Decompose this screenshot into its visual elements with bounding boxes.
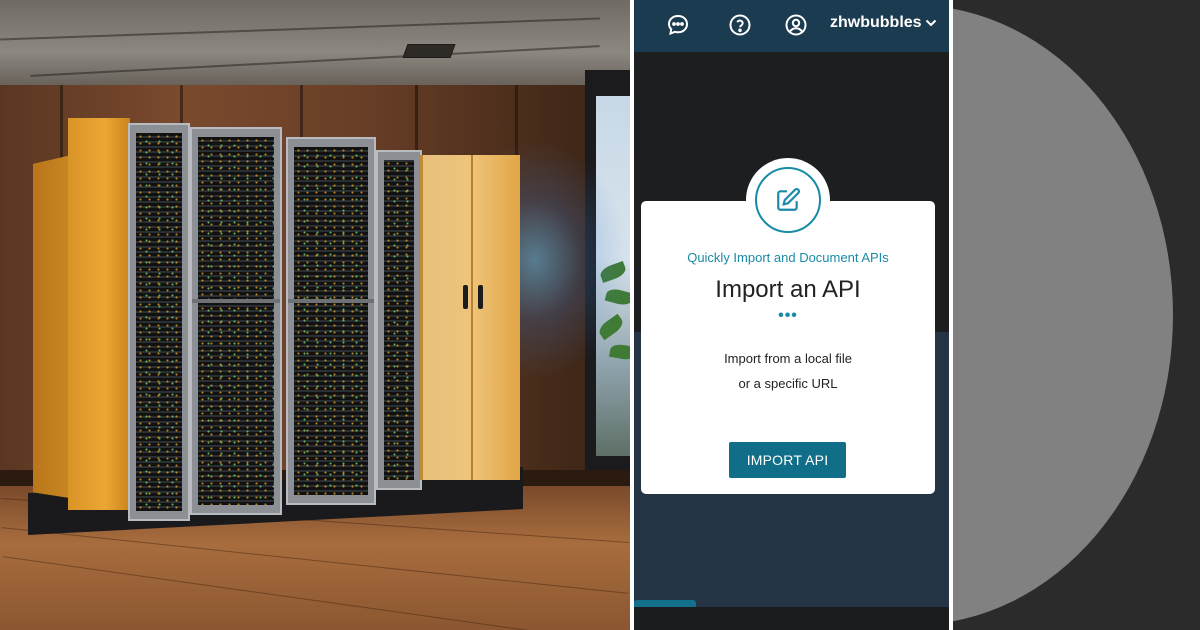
- disc-panel: [953, 0, 1200, 630]
- server-room-photo: [0, 0, 630, 630]
- cabinet-panel-yellow: [68, 118, 130, 510]
- server-rack: [376, 150, 422, 490]
- card-dots-divider: •••: [778, 307, 798, 324]
- rack-divider: [192, 299, 280, 303]
- chevron-down-icon[interactable]: [924, 16, 938, 30]
- import-api-card: Quickly Import and Document APIs Import …: [641, 201, 935, 494]
- card-description-line-1: Import from a local file: [724, 351, 852, 366]
- rack-leds: [198, 137, 274, 505]
- server-rack: [128, 123, 190, 521]
- rack-leds: [136, 133, 182, 511]
- rack-leds: [294, 147, 368, 495]
- page-footer-strip: [634, 607, 949, 630]
- door-handle: [478, 285, 483, 309]
- grey-disc: [953, 5, 1173, 625]
- server-rack: [190, 127, 282, 515]
- ceiling-vent: [402, 44, 456, 58]
- card-title: Import an API: [715, 276, 861, 303]
- chat-icon[interactable]: [665, 12, 691, 38]
- edit-icon: [755, 167, 821, 233]
- door-seam: [471, 155, 473, 480]
- account-icon[interactable]: [783, 12, 809, 38]
- door-handle: [463, 285, 468, 309]
- card-subtitle: Quickly Import and Document APIs: [687, 250, 889, 265]
- help-icon[interactable]: [727, 12, 753, 38]
- import-api-button[interactable]: IMPORT API: [729, 442, 846, 478]
- rack-leds: [384, 160, 414, 480]
- rack-divider: [288, 299, 374, 303]
- username[interactable]: zhwbubbles: [830, 14, 922, 32]
- app-header: zhwbubbles: [634, 0, 949, 52]
- card-description-line-2: or a specific URL: [738, 376, 838, 391]
- server-rack: [286, 137, 376, 505]
- cabinet-door: [420, 155, 520, 480]
- app-screen: zhwbubbles Quickly Import and Document A…: [634, 0, 949, 630]
